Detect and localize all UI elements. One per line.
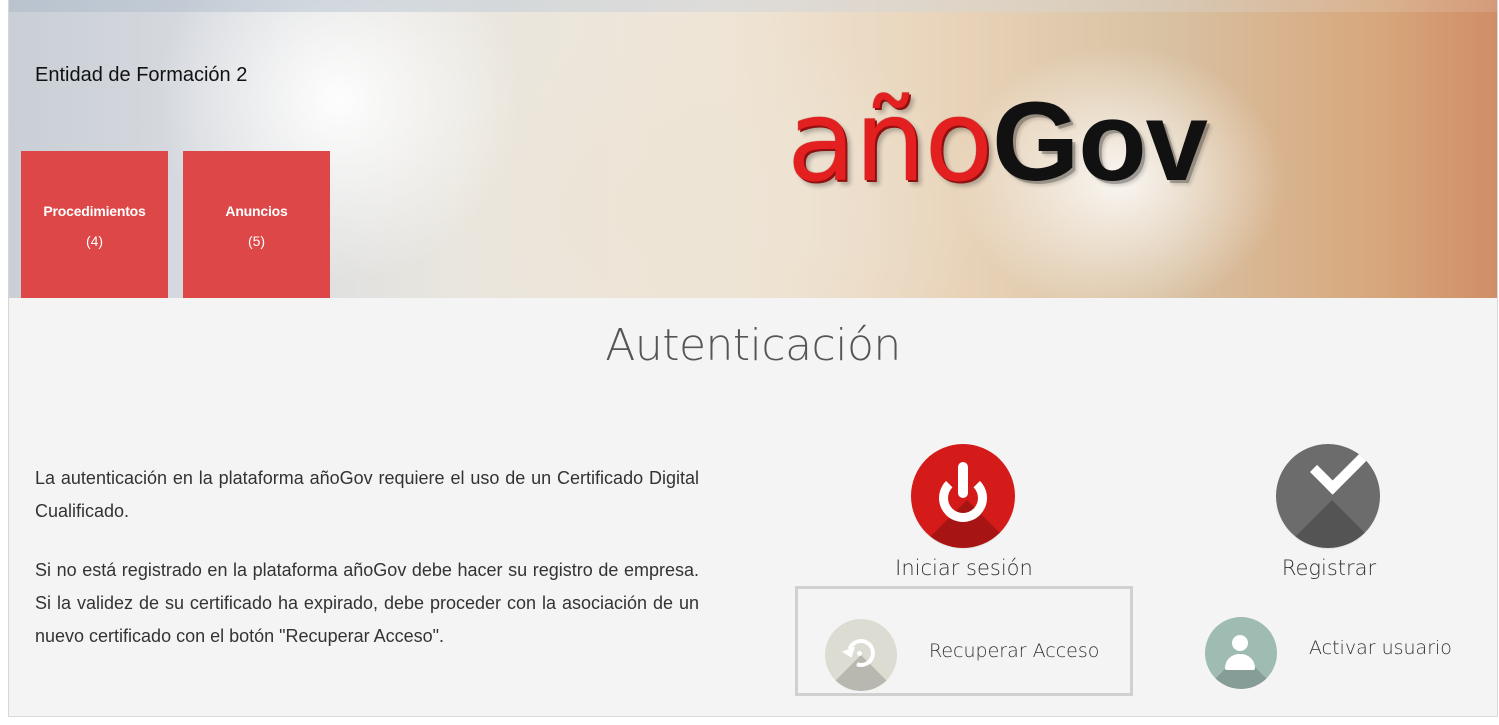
anuncios-tile[interactable]: Anuncios (5) <box>183 151 330 298</box>
entity-name: Entidad de Formación 2 <box>35 64 248 86</box>
login-label: Iniciar sesión <box>895 556 1033 580</box>
refresh-icon <box>825 619 897 691</box>
register-button[interactable]: Registrar <box>1224 444 1434 584</box>
power-icon <box>911 444 1015 548</box>
description-paragraph-1: La autenticación en la plataforma añoGov… <box>35 468 699 521</box>
refresh-dot-icon <box>857 651 862 656</box>
anuncios-label: Anuncios <box>225 203 288 219</box>
anogov-logo: añoGov <box>787 86 1208 199</box>
register-label: Registrar <box>1281 556 1377 580</box>
page-frame: Entidad de Formación 2 Procedimientos (4… <box>8 0 1498 717</box>
authentication-description: La autenticación en la plataforma añoGov… <box>35 462 699 653</box>
anuncios-count: (5) <box>247 233 266 249</box>
page-title: Autenticación <box>605 320 901 371</box>
activate-user-button[interactable]: Activar usuario <box>1205 617 1475 693</box>
login-button[interactable]: Iniciar sesión <box>859 444 1069 584</box>
logo-black-text: Gov <box>992 79 1208 204</box>
check-icon-shadow <box>1282 500 1380 548</box>
description-paragraph-2: Si no está registrado en la plataforma a… <box>35 560 699 646</box>
checkmark-icon <box>1310 444 1368 495</box>
logo-red-text: año <box>787 77 993 207</box>
recover-access-label: Recuperar Acceso <box>929 640 1100 662</box>
power-line-icon <box>958 462 968 498</box>
user-body-icon <box>1225 654 1255 670</box>
user-head-icon <box>1232 635 1248 651</box>
check-icon <box>1276 444 1380 548</box>
procedimientos-tile[interactable]: Procedimientos (4) <box>21 151 168 298</box>
procedimientos-label: Procedimientos <box>43 203 146 219</box>
header-banner: Entidad de Formación 2 Procedimientos (4… <box>9 0 1497 298</box>
recover-access-button[interactable]: Recuperar Acceso <box>795 586 1133 696</box>
activate-user-label: Activar usuario <box>1309 637 1452 659</box>
procedimientos-count: (4) <box>85 233 104 249</box>
user-icon <box>1205 617 1277 689</box>
authentication-content: Autenticación La autenticación en la pla… <box>9 298 1497 716</box>
